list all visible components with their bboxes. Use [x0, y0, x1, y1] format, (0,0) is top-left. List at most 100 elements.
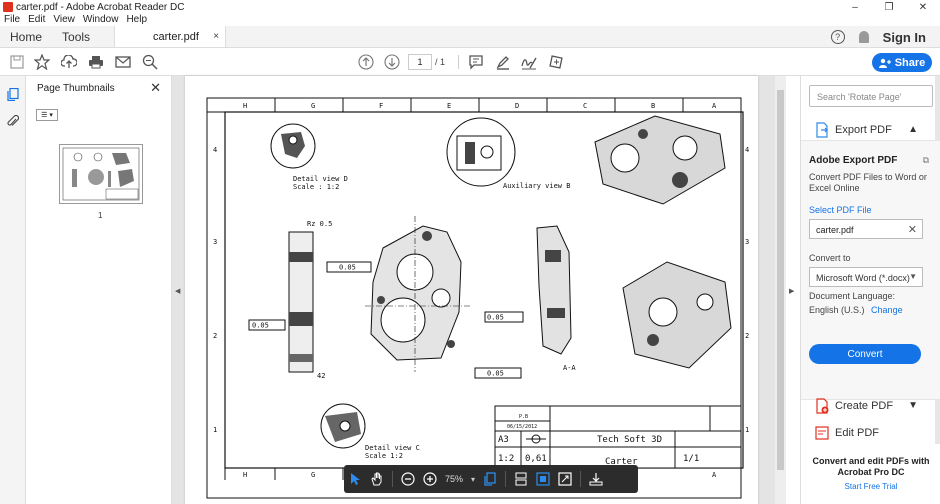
save-icon[interactable]: [8, 53, 26, 71]
menu-window[interactable]: Window: [79, 14, 123, 26]
next-page-icon[interactable]: [383, 53, 401, 71]
float-divider: [392, 471, 393, 487]
share-button[interactable]: Share: [872, 53, 932, 72]
minimize-button[interactable]: –: [838, 0, 872, 14]
title-block-company: Tech Soft 3D: [597, 435, 662, 445]
expand-right-panel-icon[interactable]: ▶: [789, 287, 794, 295]
tab-home[interactable]: Home: [0, 26, 52, 47]
col-letter-g: G: [311, 102, 315, 110]
expand-create-icon[interactable]: ▼: [908, 400, 918, 411]
tolerance-box-left: 0.05: [252, 322, 269, 330]
menu-file[interactable]: File: [0, 14, 24, 26]
thumbnail-page-label: 1: [98, 211, 103, 220]
bottom-col-letter-a: A: [712, 471, 717, 479]
left-rail: [0, 76, 26, 504]
search-zoom-icon[interactable]: [141, 53, 159, 71]
export-pdf-label: Export PDF: [835, 124, 892, 136]
tab-document[interactable]: carter.pdf ×: [114, 26, 227, 47]
page-view-icon[interactable]: [536, 472, 550, 486]
comment-icon[interactable]: [467, 53, 485, 71]
bell-icon[interactable]: [858, 31, 869, 43]
collapse-export-icon[interactable]: ▲: [908, 124, 918, 135]
select-cursor-icon[interactable]: [350, 472, 362, 486]
detail-view-d-label: Detail view D: [293, 175, 348, 183]
float-divider-3: [580, 471, 582, 487]
export-description: Convert PDF Files to Word or Excel Onlin…: [809, 172, 927, 193]
tools-search-input[interactable]: Search 'Rotate Page': [809, 85, 933, 107]
document-language-row: English (U.S.) Change: [809, 305, 903, 315]
title-block-date: 06/15/2012: [507, 424, 537, 430]
convert-format-select[interactable]: Microsoft Word (*.docx) ▼: [809, 267, 923, 287]
acrobat-pro-promo: Convert and edit PDFs with Acrobat Pro D…: [812, 456, 930, 477]
collapse-left-panel-icon[interactable]: ◀: [175, 287, 180, 295]
close-panel-icon[interactable]: ✕: [150, 80, 161, 96]
sign-icon[interactable]: [520, 53, 538, 71]
zoom-level[interactable]: 75%: [445, 474, 463, 484]
col-letter-b: B: [651, 102, 655, 110]
row-number-4: 4: [213, 146, 217, 154]
close-window-button[interactable]: ✕: [906, 0, 940, 14]
row-number-1-right: 1: [745, 426, 749, 434]
add-person-icon: [878, 58, 891, 68]
help-icon[interactable]: ?: [830, 30, 845, 44]
create-pdf-tool[interactable]: Create PDF: [815, 398, 893, 414]
convert-button[interactable]: Convert: [809, 344, 921, 364]
float-divider-2: [505, 471, 507, 487]
zoom-out-icon[interactable]: [401, 472, 415, 486]
highlight-pen-icon[interactable]: [494, 53, 512, 71]
scroll-mode-icon[interactable]: [514, 472, 528, 486]
star-icon[interactable]: [33, 53, 51, 71]
share-label: Share: [894, 56, 926, 69]
menu-edit[interactable]: Edit: [24, 14, 49, 26]
dimension-rz: Rz 0.5: [307, 220, 332, 228]
menu-help[interactable]: Help: [122, 14, 151, 26]
email-icon[interactable]: [114, 53, 132, 71]
start-free-trial-link[interactable]: Start Free Trial: [801, 482, 940, 491]
fit-page-icon[interactable]: [483, 472, 497, 486]
header-right: ? Sign In: [830, 26, 926, 48]
edit-pdf-label: Edit PDF: [835, 427, 880, 439]
export-info-icon[interactable]: ⧉: [923, 155, 929, 166]
title-bar: carter.pdf - Adobe Acrobat Reader DC – ❐…: [0, 0, 940, 14]
toolbar-divider: [458, 55, 459, 69]
thumbnail-options-menu[interactable]: ☰ ▾: [36, 109, 58, 121]
sign-in-link[interactable]: Sign In: [883, 30, 926, 45]
attachment-icon[interactable]: [7, 114, 20, 127]
close-tab-icon[interactable]: ×: [213, 31, 219, 42]
stamp-share-icon[interactable]: [547, 53, 565, 71]
remove-file-icon[interactable]: ✕: [908, 223, 917, 236]
export-pdf-tool[interactable]: Export PDF: [815, 122, 892, 138]
tab-bar: Home Tools carter.pdf × ? Sign In: [0, 26, 940, 48]
upload-cloud-icon[interactable]: [60, 53, 78, 71]
col-letter-e: E: [447, 102, 451, 110]
page-thumbnails-icon[interactable]: [7, 87, 19, 102]
print-icon[interactable]: [87, 53, 105, 71]
page-number-input[interactable]: 1: [408, 54, 432, 70]
document-scrollbar-thumb[interactable]: [777, 90, 784, 470]
technical-drawing: H G F E D C B A 4 3 2 1 4 3 2 1 H G A De…: [206, 97, 749, 499]
tab-tools[interactable]: Tools: [52, 26, 100, 47]
menu-view[interactable]: View: [49, 14, 79, 26]
tolerance-box-section: 0.05: [487, 314, 504, 322]
full-screen-icon[interactable]: [558, 472, 572, 486]
window-title: carter.pdf - Adobe Acrobat Reader DC: [16, 1, 185, 13]
edit-pdf-tool[interactable]: Edit PDF: [815, 425, 879, 441]
page-thumbnail[interactable]: [59, 144, 143, 204]
maximize-button[interactable]: ❐: [872, 0, 906, 14]
chevron-down-icon: ▼: [909, 272, 917, 281]
download-icon[interactable]: [589, 472, 603, 486]
zoom-in-icon[interactable]: [423, 472, 437, 486]
export-pdf-card: Adobe Export PDF ⧉ Convert PDF Files to …: [801, 140, 940, 400]
select-pdf-file-link[interactable]: Select PDF File: [809, 205, 872, 215]
document-scrollbar[interactable]: [775, 76, 786, 504]
tab-document-label: carter.pdf: [153, 30, 199, 43]
edit-pdf-icon: [815, 426, 829, 440]
selected-file-field[interactable]: carter.pdf ✕: [809, 219, 923, 239]
hand-tool-icon[interactable]: [370, 472, 384, 486]
previous-page-icon[interactable]: [357, 53, 375, 71]
menu-bar: File Edit View Window Help: [0, 14, 151, 26]
page-thumbnails-panel: Page Thumbnails ✕ ☰ ▾ 1: [26, 76, 172, 504]
change-language-link[interactable]: Change: [871, 305, 903, 315]
title-block-scale: 1:2: [498, 454, 514, 464]
zoom-dropdown-icon[interactable]: ▾: [471, 475, 475, 484]
